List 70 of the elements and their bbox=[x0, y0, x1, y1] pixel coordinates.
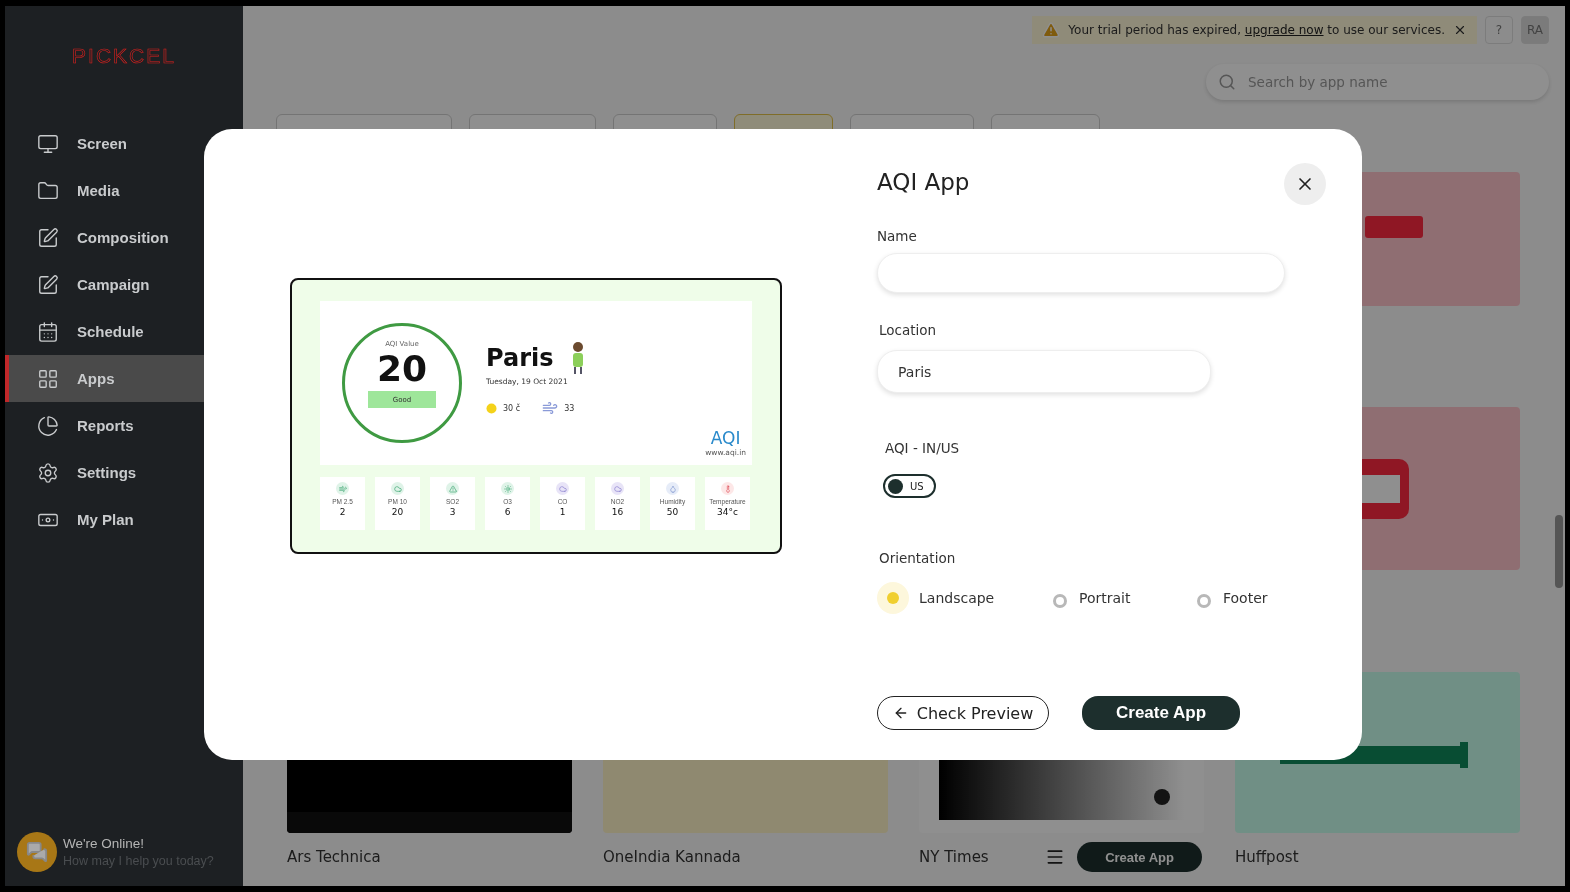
pollutant-icon bbox=[556, 482, 569, 495]
pollutant-icon bbox=[666, 482, 679, 495]
app-name: Huffpost bbox=[1235, 848, 1299, 866]
temperature: 30 č bbox=[503, 403, 521, 413]
pollutant-value: 50 bbox=[666, 507, 679, 517]
warning-icon bbox=[1042, 21, 1061, 39]
pollutant-value: 16 bbox=[611, 507, 624, 517]
monitor-icon bbox=[37, 132, 59, 155]
close-button[interactable] bbox=[1284, 163, 1326, 205]
sidebar-item[interactable]: My Plan bbox=[5, 496, 243, 543]
search-field[interactable]: Search by app name bbox=[1206, 64, 1549, 100]
field-label: AQI - IN/US bbox=[885, 440, 960, 456]
scrollbar[interactable] bbox=[1555, 515, 1563, 588]
create-app-button[interactable]: Create App bbox=[1077, 842, 1202, 872]
location-field[interactable]: Paris bbox=[877, 350, 1211, 393]
pollutant-value: 34°c bbox=[717, 507, 738, 517]
pollutant-icon bbox=[721, 482, 734, 495]
pollutant-value: 3 bbox=[449, 507, 456, 517]
sidebar-item[interactable]: Reports bbox=[5, 402, 243, 449]
aqi-logo: AQI bbox=[710, 428, 741, 448]
sidebar-item[interactable]: Settings bbox=[5, 449, 243, 496]
chat-icon[interactable] bbox=[17, 832, 57, 872]
folder-icon bbox=[37, 179, 59, 202]
radio-label[interactable]: Footer bbox=[1223, 590, 1268, 606]
grid-icon bbox=[37, 367, 59, 390]
calendar-icon bbox=[37, 320, 59, 343]
sun-icon bbox=[486, 402, 497, 414]
radio-label[interactable]: Landscape bbox=[919, 590, 995, 606]
upgrade-link[interactable]: upgrade now bbox=[1244, 23, 1324, 37]
pollutant-value: 2 bbox=[339, 507, 346, 517]
modal-title: AQI App bbox=[877, 169, 970, 195]
sidebar-item[interactable]: Composition bbox=[5, 214, 243, 261]
check-preview-button[interactable]: Check Preview bbox=[877, 696, 1049, 730]
pollutant-value: 20 bbox=[391, 507, 404, 517]
wind-speed: 33 bbox=[564, 403, 575, 413]
pollutant-icon bbox=[336, 482, 349, 495]
city-name: Paris bbox=[486, 344, 554, 372]
radio-button[interactable] bbox=[877, 582, 909, 614]
app-name: OneIndia Kannada bbox=[603, 848, 741, 866]
aqi-value: 20 bbox=[376, 348, 428, 389]
pollutant-value: 6 bbox=[504, 507, 511, 517]
field-label: Name bbox=[877, 228, 917, 244]
logo: PICKCEL bbox=[72, 44, 176, 68]
radio-button[interactable] bbox=[1053, 593, 1067, 608]
sidebar-item[interactable]: Campaign bbox=[5, 261, 243, 308]
field-label: Location bbox=[879, 322, 937, 338]
field-label: Orientation bbox=[879, 550, 956, 566]
sidebar-item[interactable]: Media bbox=[5, 167, 243, 214]
sidebar-item[interactable]: Schedule bbox=[5, 308, 243, 355]
radio-label[interactable]: Portrait bbox=[1079, 590, 1131, 606]
edit-icon bbox=[37, 273, 59, 296]
sidebar-item[interactable]: Screen bbox=[5, 120, 243, 167]
pollutant-icon bbox=[391, 482, 404, 495]
pollutant-icon bbox=[611, 482, 624, 495]
create-app-button[interactable]: Create App bbox=[1082, 696, 1241, 730]
settings-icon bbox=[37, 461, 59, 484]
edit-icon bbox=[37, 226, 59, 249]
trial-message: Your trial period has expired, upgrade now to use our services. bbox=[1068, 23, 1445, 37]
wind-icon bbox=[542, 400, 559, 416]
aqi-standard-toggle[interactable]: US bbox=[883, 474, 936, 498]
pollutant-icon bbox=[446, 482, 459, 495]
chat-title: We're Online! bbox=[63, 836, 146, 851]
app-name: NY Times bbox=[919, 848, 989, 866]
pollutant-value: 1 bbox=[559, 507, 566, 517]
radio-button[interactable] bbox=[1197, 593, 1211, 608]
close-icon[interactable] bbox=[1453, 23, 1467, 37]
pollutant-icon bbox=[501, 482, 514, 495]
pie-chart-icon bbox=[37, 414, 59, 437]
search-icon bbox=[1218, 73, 1236, 91]
app-name: Ars Technica bbox=[287, 848, 381, 866]
